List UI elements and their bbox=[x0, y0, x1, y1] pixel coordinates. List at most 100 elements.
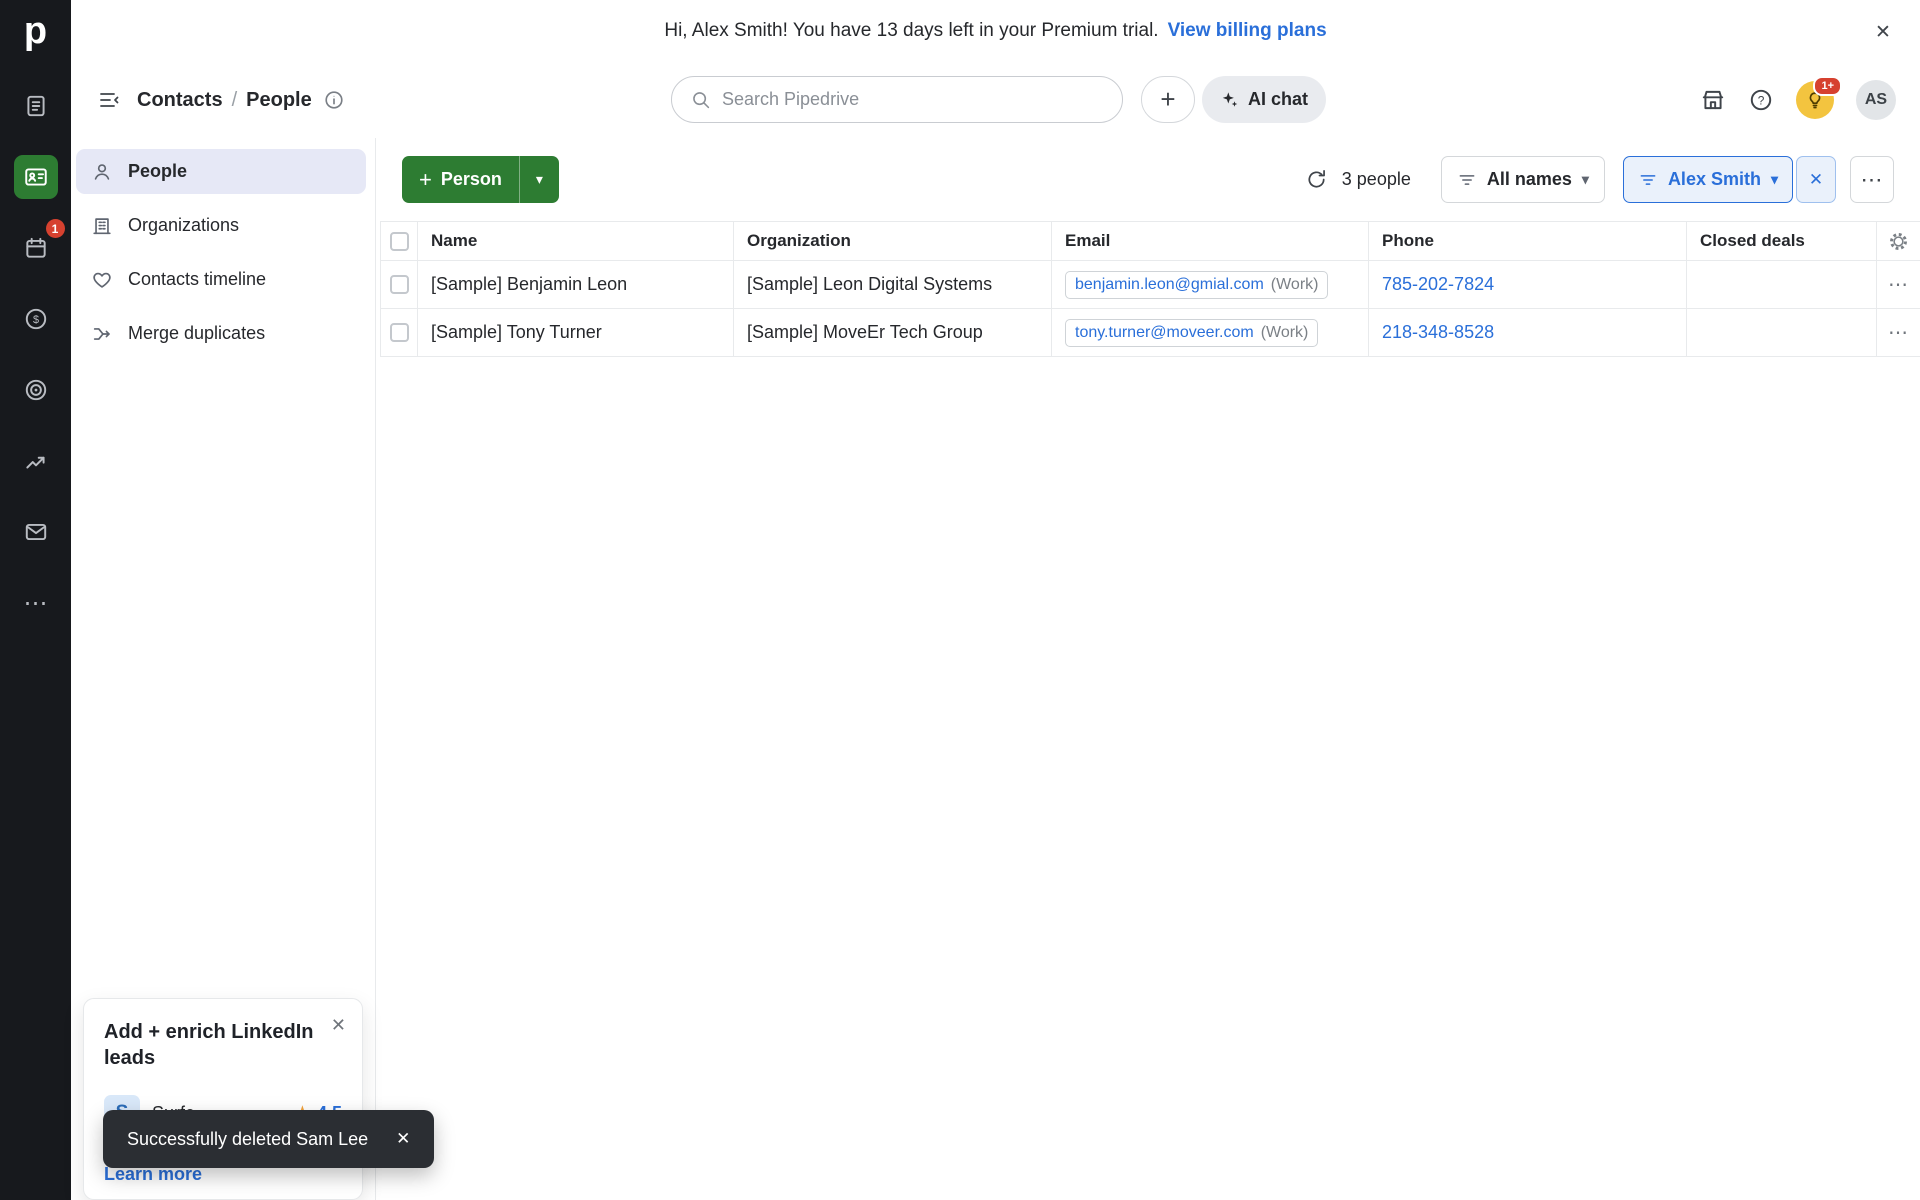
sidebar-item-people[interactable]: People bbox=[76, 149, 366, 194]
add-person-dropdown-button[interactable]: ▾ bbox=[518, 156, 559, 203]
quick-add-button[interactable]: + bbox=[1141, 76, 1195, 123]
avatar[interactable]: AS bbox=[1856, 80, 1896, 120]
caret-down-icon: ▾ bbox=[1581, 171, 1589, 187]
billing-plans-link[interactable]: View billing plans bbox=[1168, 20, 1327, 42]
global-search[interactable] bbox=[671, 76, 1123, 123]
breadcrumb-separator: / bbox=[231, 88, 238, 111]
caret-down-icon: ▾ bbox=[1770, 171, 1778, 187]
table-row: [Sample] Benjamin Leon [Sample] Leon Dig… bbox=[380, 261, 1920, 309]
search-icon bbox=[690, 89, 711, 110]
linkedin-promo-card: Add + enrich LinkedIn leads ✕ S Surfe ★ … bbox=[83, 998, 363, 1200]
rail-item-insights[interactable] bbox=[14, 439, 58, 483]
ai-chat-button[interactable]: AI chat bbox=[1202, 76, 1327, 123]
leads-notes-icon bbox=[23, 93, 49, 119]
breadcrumb: Contacts / People bbox=[137, 89, 345, 112]
trial-banner: Hi, Alex Smith! You have 13 days left in… bbox=[71, 0, 1920, 62]
sidebar-item-organizations[interactable]: Organizations bbox=[76, 203, 366, 248]
column-header-name[interactable]: Name bbox=[418, 222, 734, 260]
deals-dollar-icon: $ bbox=[23, 306, 49, 332]
people-list-view: + Person ▾ 3 people All names ▾ Alex Smi… bbox=[376, 138, 1920, 1200]
sidebar-item-label: Organizations bbox=[128, 215, 240, 235]
owner-filter-dropdown[interactable]: Alex Smith ▾ bbox=[1622, 156, 1793, 203]
sidebar-item-label: Merge duplicates bbox=[128, 323, 266, 343]
table-settings-gear-icon[interactable] bbox=[1888, 231, 1909, 252]
promo-close-button[interactable]: ✕ bbox=[331, 1015, 346, 1036]
email-chip: tony.turner@moveer.com (Work) bbox=[1065, 318, 1319, 347]
app-rail: p 1 $ ⋯ bbox=[0, 0, 71, 1200]
sidebar-collapse-icon[interactable] bbox=[97, 88, 121, 112]
clear-filter-button[interactable]: ✕ bbox=[1796, 156, 1836, 203]
toast-message: Successfully deleted Sam Lee bbox=[127, 1128, 369, 1149]
pipedrive-logo[interactable]: p bbox=[0, 0, 71, 62]
sidebar-item-label: Contacts timeline bbox=[128, 269, 267, 289]
rail-item-leads[interactable] bbox=[14, 84, 58, 128]
add-person-split-button: + Person ▾ bbox=[402, 156, 559, 203]
heart-icon bbox=[91, 269, 113, 291]
rail-item-contacts[interactable] bbox=[13, 155, 58, 199]
svg-text:$: $ bbox=[32, 314, 38, 326]
building-icon bbox=[91, 215, 113, 237]
row-checkbox[interactable] bbox=[389, 323, 409, 342]
add-person-label: Person bbox=[440, 169, 502, 189]
people-table: Name Organization Email Phone Closed dea… bbox=[380, 221, 1920, 357]
person-organization[interactable]: [Sample] MoveEr Tech Group bbox=[734, 309, 1052, 356]
insights-chart-icon bbox=[23, 448, 49, 474]
table-row: [Sample] Tony Turner [Sample] MoveEr Tec… bbox=[380, 309, 1920, 357]
people-count: 3 people bbox=[1341, 169, 1411, 189]
column-header-organization[interactable]: Organization bbox=[734, 222, 1052, 260]
search-input[interactable] bbox=[722, 89, 1104, 110]
top-header: Contacts / People + AI chat ? 1+ bbox=[71, 62, 1920, 138]
activities-badge: 1 bbox=[45, 219, 65, 238]
email-link[interactable]: benjamin.leon@gmial.com bbox=[1075, 276, 1264, 294]
rail-item-more[interactable]: ⋯ bbox=[14, 581, 58, 625]
toast-close-button[interactable]: ✕ bbox=[396, 1129, 410, 1149]
ai-chat-label: AI chat bbox=[1248, 89, 1309, 109]
row-more-icon[interactable]: ⋯ bbox=[1888, 320, 1909, 345]
filter-lines-icon bbox=[1457, 170, 1477, 190]
help-icon[interactable]: ? bbox=[1748, 87, 1774, 113]
person-organization[interactable]: [Sample] Leon Digital Systems bbox=[734, 261, 1052, 308]
filter-lines-icon bbox=[1638, 170, 1658, 190]
table-header-row: Name Organization Email Phone Closed dea… bbox=[380, 221, 1920, 261]
row-more-icon[interactable]: ⋯ bbox=[1888, 272, 1909, 297]
sidebar-item-merge-duplicates[interactable]: Merge duplicates bbox=[76, 311, 366, 356]
breadcrumb-section[interactable]: Contacts bbox=[137, 89, 223, 112]
toast-notification: Successfully deleted Sam Lee ✕ bbox=[103, 1110, 435, 1168]
name-filter-dropdown[interactable]: All names ▾ bbox=[1440, 156, 1605, 203]
person-name[interactable]: [Sample] Benjamin Leon bbox=[418, 261, 734, 308]
column-header-phone[interactable]: Phone bbox=[1369, 222, 1687, 260]
email-type-label: (Work) bbox=[1270, 275, 1319, 293]
mail-icon bbox=[23, 519, 49, 545]
phone-link[interactable]: 785-202-7824 bbox=[1382, 274, 1494, 295]
banner-close-button[interactable]: ✕ bbox=[1870, 19, 1896, 45]
more-icon: ⋯ bbox=[1860, 166, 1884, 192]
column-header-closed-deals[interactable]: Closed deals bbox=[1687, 222, 1877, 260]
whats-new-bulb-icon[interactable]: 1+ bbox=[1796, 76, 1842, 119]
marketplace-icon[interactable] bbox=[1700, 87, 1726, 113]
column-header-email[interactable]: Email bbox=[1052, 222, 1369, 260]
list-more-options-button[interactable]: ⋯ bbox=[1850, 156, 1894, 203]
refresh-icon[interactable] bbox=[1305, 168, 1328, 191]
row-checkbox[interactable] bbox=[389, 275, 409, 294]
rail-item-activities[interactable]: 1 bbox=[14, 219, 65, 270]
email-link[interactable]: tony.turner@moveer.com bbox=[1075, 324, 1254, 342]
rail-nav: 1 $ ⋯ bbox=[13, 84, 65, 625]
sidebar-item-contacts-timeline[interactable]: Contacts timeline bbox=[76, 257, 366, 302]
name-filter-label: All names bbox=[1486, 169, 1572, 189]
close-icon: ✕ bbox=[1808, 169, 1824, 189]
promo-title: Add + enrich LinkedIn leads bbox=[104, 1021, 314, 1069]
phone-link[interactable]: 218-348-8528 bbox=[1382, 322, 1494, 343]
breadcrumb-page: People bbox=[246, 88, 312, 111]
person-icon bbox=[91, 161, 113, 183]
person-name[interactable]: [Sample] Tony Turner bbox=[418, 309, 734, 356]
rail-item-deals[interactable]: $ bbox=[14, 297, 58, 341]
info-icon[interactable] bbox=[323, 89, 345, 111]
sidebar-item-label: People bbox=[128, 161, 188, 181]
target-icon bbox=[23, 377, 49, 403]
rail-item-campaigns[interactable] bbox=[14, 368, 58, 412]
caret-down-icon: ▾ bbox=[535, 171, 543, 187]
rail-item-mail[interactable] bbox=[14, 510, 58, 554]
add-person-button[interactable]: + Person bbox=[402, 156, 519, 203]
svg-text:?: ? bbox=[1758, 93, 1765, 107]
select-all-checkbox[interactable] bbox=[389, 231, 409, 251]
